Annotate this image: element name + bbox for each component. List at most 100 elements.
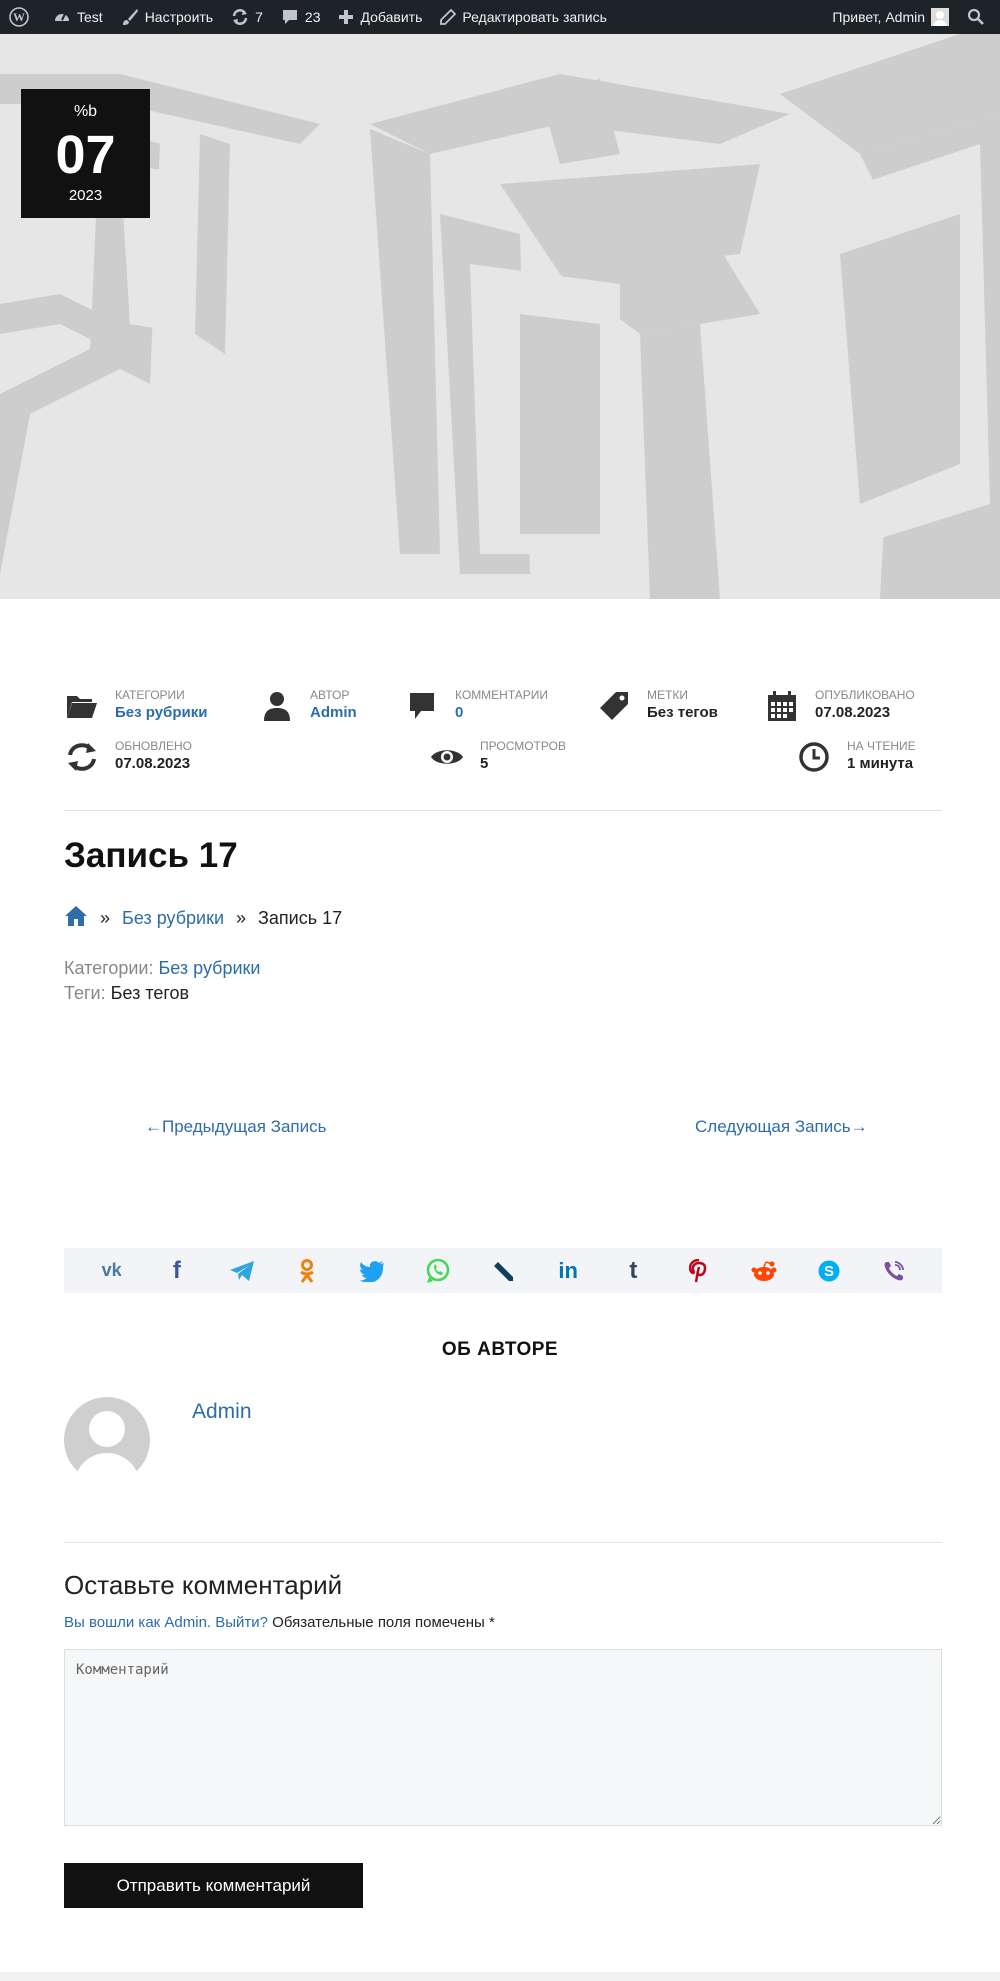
admin-bar: W Test Настроить 7 23 Добавить Редактиро… bbox=[0, 0, 1000, 34]
breadcrumb-current: Запись 17 bbox=[258, 908, 343, 928]
next-post-link[interactable]: Следующая Запись→ bbox=[695, 1117, 868, 1137]
meta-label: Комментарии bbox=[455, 688, 549, 702]
comments-button[interactable]: 23 bbox=[272, 0, 330, 34]
date-year: 2023 bbox=[68, 187, 103, 204]
category-link[interactable]: Без рубрики bbox=[158, 958, 260, 978]
plus-icon bbox=[339, 10, 354, 24]
comment-icon bbox=[404, 688, 440, 724]
search-button[interactable] bbox=[958, 0, 1000, 34]
meta-label: Автор bbox=[310, 688, 350, 702]
previous-post-link[interactable]: ←Предыдущая Запись bbox=[145, 1117, 326, 1137]
comments-count: 23 bbox=[304, 9, 321, 25]
livejournal-icon[interactable] bbox=[486, 1254, 520, 1288]
abstract-cube-pattern bbox=[0, 34, 1000, 599]
breadcrumb: » Без рубрики » Запись 17 bbox=[64, 905, 342, 932]
comment-bubble-icon bbox=[282, 10, 297, 24]
whatsapp-icon[interactable] bbox=[421, 1254, 455, 1288]
tags-label: Теги: bbox=[64, 983, 106, 1003]
meta-comments: Комментарии 0 bbox=[404, 688, 548, 724]
facebook-icon[interactable]: f bbox=[160, 1254, 194, 1288]
tumblr-icon[interactable]: t bbox=[616, 1254, 650, 1288]
breadcrumb-category-link[interactable]: Без рубрики bbox=[122, 908, 224, 929]
post-tags: Теги: Без тегов bbox=[64, 983, 189, 1004]
submit-comment-button[interactable]: Отправить комментарий bbox=[64, 1863, 363, 1908]
svg-text:W: W bbox=[13, 10, 25, 24]
date-day: 07 bbox=[55, 125, 116, 185]
about-author-heading: ОБ АВТОРЕ bbox=[441, 1339, 559, 1360]
share-bar: vk f in t S bbox=[64, 1248, 942, 1293]
telegram-icon[interactable] bbox=[225, 1254, 259, 1288]
author-avatar bbox=[64, 1397, 150, 1483]
site-name: Test bbox=[77, 9, 103, 25]
edit-post-label: Редактировать запись bbox=[462, 9, 607, 25]
updates-icon bbox=[232, 9, 248, 25]
logged-in-note: Вы вошли как Admin. Выйти? Обязательные … bbox=[64, 1614, 495, 1631]
reddit-icon[interactable] bbox=[747, 1254, 781, 1288]
comment-textarea[interactable] bbox=[64, 1649, 942, 1826]
logout-link[interactable]: Выйти? bbox=[215, 1614, 268, 1631]
search-icon bbox=[967, 8, 984, 25]
admin-avatar bbox=[931, 8, 949, 26]
tags-value: Без тегов bbox=[110, 983, 190, 1003]
meta-label: Категории bbox=[115, 688, 185, 702]
odnoklassniki-icon[interactable] bbox=[290, 1254, 324, 1288]
brush-icon bbox=[122, 9, 138, 25]
meta-updated: Обновлено 07.08.2023 bbox=[64, 739, 192, 775]
divider bbox=[64, 1542, 942, 1543]
meta-tags: Метки Без тегов bbox=[596, 688, 718, 724]
calendar-icon bbox=[764, 688, 800, 724]
meta-views-value: 5 bbox=[480, 755, 489, 772]
date-badge: %b 07 2023 bbox=[21, 89, 150, 218]
divider bbox=[64, 810, 942, 811]
logged-in-as-link[interactable]: Вы вошли как Admin. bbox=[64, 1614, 211, 1631]
svg-text:S: S bbox=[824, 1263, 834, 1280]
breadcrumb-separator: » bbox=[100, 908, 111, 928]
user-icon bbox=[259, 688, 295, 724]
wordpress-logo-button[interactable]: W bbox=[0, 0, 44, 34]
refresh-icon bbox=[64, 739, 100, 775]
skype-icon[interactable]: S bbox=[812, 1254, 846, 1288]
dashboard-icon bbox=[55, 13, 69, 21]
home-icon[interactable] bbox=[64, 905, 88, 932]
customize-button[interactable]: Настроить bbox=[112, 0, 222, 34]
author-name-link[interactable]: Admin bbox=[192, 1400, 252, 1424]
meta-author: Автор Admin bbox=[259, 688, 357, 724]
reply-heading: Оставьте комментарий bbox=[64, 1570, 343, 1600]
pencil-icon bbox=[440, 9, 457, 25]
folder-icon bbox=[64, 688, 100, 724]
pinterest-icon[interactable] bbox=[682, 1254, 716, 1288]
meta-categories: Категории Без рубрики bbox=[64, 688, 207, 724]
viber-icon[interactable] bbox=[877, 1254, 911, 1288]
post-title: Запись 17 bbox=[64, 836, 238, 875]
meta-published-value: 07.08.2023 bbox=[815, 704, 891, 721]
twitter-icon[interactable] bbox=[355, 1254, 389, 1288]
vk-icon[interactable]: vk bbox=[95, 1254, 129, 1288]
site-name-button[interactable]: Test bbox=[44, 0, 112, 34]
add-new-button[interactable]: Добавить bbox=[329, 0, 431, 34]
meta-updated-value: 07.08.2023 bbox=[115, 755, 191, 772]
customize-label: Настроить bbox=[144, 9, 214, 25]
edit-post-button[interactable]: Редактировать запись bbox=[431, 0, 616, 34]
required-fields-note: Обязательные поля помечены * bbox=[268, 1614, 495, 1631]
breadcrumb-separator: » bbox=[236, 908, 247, 928]
featured-image: %b 07 2023 bbox=[0, 34, 1000, 599]
clock-icon bbox=[796, 739, 832, 775]
meta-author-link[interactable]: Admin bbox=[310, 702, 357, 724]
meta-views: Просмотров 5 bbox=[429, 739, 566, 775]
updates-count: 7 bbox=[255, 9, 263, 25]
account-menu[interactable]: Привет, Admin bbox=[823, 0, 958, 34]
meta-category-link[interactable]: Без рубрики bbox=[115, 702, 207, 724]
meta-label: Опубликовано bbox=[815, 688, 915, 702]
updates-button[interactable]: 7 bbox=[222, 0, 272, 34]
meta-label: Просмотров bbox=[480, 739, 566, 753]
linkedin-icon[interactable]: in bbox=[551, 1254, 585, 1288]
meta-tags-value: Без тегов bbox=[647, 704, 718, 721]
categories-label: Категории: bbox=[64, 958, 154, 978]
footer-strip bbox=[0, 1972, 1000, 1981]
tag-icon bbox=[596, 688, 632, 724]
meta-comments-link[interactable]: 0 bbox=[455, 702, 548, 724]
post-categories: Категории: Без рубрики bbox=[64, 958, 260, 979]
eye-icon bbox=[429, 739, 465, 775]
meta-reading-time: На чтение 1 минута bbox=[796, 739, 916, 775]
meta-label: Обновлено bbox=[115, 739, 192, 753]
